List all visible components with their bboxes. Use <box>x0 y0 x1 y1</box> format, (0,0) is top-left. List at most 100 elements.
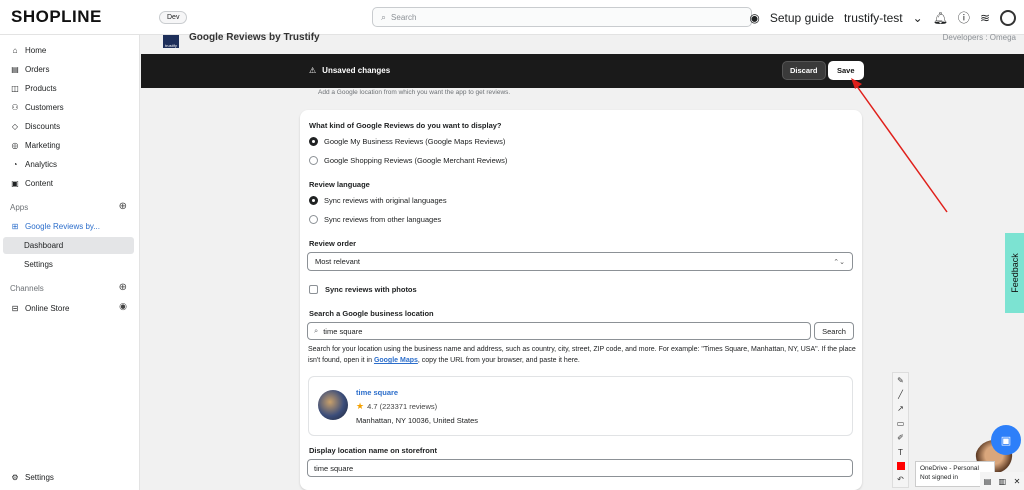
display-name-label: Display location name on storefront <box>309 446 437 455</box>
location-search-input[interactable]: ⌕ time square <box>307 322 811 340</box>
annotation-arrow-line <box>855 84 948 213</box>
drawing-toolbar: ✎ ╱ ↗ ▭ ✐ T ↶ <box>892 372 909 488</box>
radio-unselected-icon[interactable] <box>309 156 318 165</box>
tray-icon[interactable]: ▥ <box>999 477 1007 486</box>
discounts-icon: ◇ <box>11 121 19 131</box>
setup-guide-icon[interactable]: ◉ <box>749 11 759 25</box>
color-swatch-red[interactable] <box>896 461 905 470</box>
home-icon: ⌂ <box>12 45 18 55</box>
channels-section-label: Channels <box>10 284 44 293</box>
content-icon: ▣ <box>11 178 19 188</box>
save-button[interactable]: Save <box>828 61 864 80</box>
gear-icon: ⚙ <box>11 472 19 482</box>
sidebar-item-marketing[interactable]: ◎ Marketing <box>0 136 140 154</box>
place-rating: ★ 4.7 (223371 reviews) <box>356 401 438 411</box>
chat-bubble-icon[interactable]: ▣ <box>991 425 1021 455</box>
sidebar-item-analytics[interactable]: ◔ Analytics <box>0 155 140 173</box>
place-result-card[interactable]: time square ★ 4.7 (223371 reviews) Manhat… <box>308 376 853 436</box>
location-help-text: Search for your location using the busin… <box>308 346 856 364</box>
store-switcher[interactable]: trustify-test <box>844 11 903 25</box>
sidebar-item-content[interactable]: ▣ Content <box>0 174 140 192</box>
line-icon[interactable]: ╱ <box>898 390 903 399</box>
highlighter-icon[interactable]: ✐ <box>897 433 904 442</box>
global-search-input[interactable]: ⌕ Search <box>372 7 752 27</box>
settings-card: What kind of Google Reviews do you want … <box>300 110 862 490</box>
place-name[interactable]: time square <box>356 388 398 397</box>
sidebar-item-products[interactable]: ◫ Products <box>0 79 140 97</box>
top-right-actions: ◉ Setup guide trustify-test ⌄ 🔔︎ ⓘ ≋ <box>749 0 1016 35</box>
add-channel-icon[interactable]: ⊕ <box>119 282 127 293</box>
sidebar-item-discounts[interactable]: ◇ Discounts <box>0 117 140 135</box>
place-address: Manhattan, NY 10036, United States <box>356 416 479 425</box>
feedback-tab[interactable]: Feedback <box>1005 233 1024 313</box>
store-icon: ⊟ <box>11 303 19 313</box>
sidebar-item-customers[interactable]: ⚇ Customers <box>0 98 140 116</box>
sidebar-item-google-reviews[interactable]: ⊞ Google Reviews by... <box>0 217 140 235</box>
location-hint: Add a Google location from which you wan… <box>318 89 511 96</box>
location-label: Search a Google business location <box>309 309 434 318</box>
setup-guide-link[interactable]: Setup guide <box>770 11 834 25</box>
orders-icon: ▤ <box>11 64 19 74</box>
place-thumbnail <box>318 390 348 420</box>
bell-icon[interactable]: 🔔︎ <box>933 11 948 25</box>
apps-section-label: Apps <box>10 203 29 212</box>
products-icon: ◫ <box>11 83 19 93</box>
google-maps-link[interactable]: Google Maps <box>374 357 418 364</box>
sidebar-item-dashboard[interactable]: Dashboard <box>3 237 134 254</box>
review-kind-label: What kind of Google Reviews do you want … <box>309 121 502 130</box>
app-logo: trustify <box>163 35 179 48</box>
discard-button[interactable]: Discard <box>782 61 826 80</box>
radio-other-languages[interactable]: Sync reviews from other languages <box>309 215 441 224</box>
sidebar-item-orders[interactable]: ▤ Orders <box>0 60 140 78</box>
rectangle-icon[interactable]: ▭ <box>897 419 905 428</box>
developer-label: Developers : Omega <box>942 33 1016 42</box>
unsaved-changes-bar: ⚠ Unsaved changes Discard Save <box>141 54 1024 88</box>
user-avatar[interactable] <box>1000 9 1016 26</box>
search-placeholder: Search <box>391 12 417 22</box>
order-label: Review order <box>309 239 357 248</box>
star-icon: ★ <box>356 401 365 411</box>
radio-selected-icon[interactable] <box>309 196 318 205</box>
shopline-logo[interactable]: SHOPLINE <box>11 7 141 27</box>
sidebar-item-settings[interactable]: ⚙ Settings <box>0 468 140 486</box>
location-search-button[interactable]: Search <box>814 322 854 340</box>
radio-unselected-icon[interactable] <box>309 215 318 224</box>
marketing-icon: ◎ <box>11 140 19 150</box>
pen-icon[interactable]: ✎ <box>897 376 904 385</box>
chevron-down-icon[interactable]: ⌄ <box>913 11 923 25</box>
search-icon: ⌕ <box>381 11 387 22</box>
close-icon[interactable]: ✕ <box>1014 477 1021 486</box>
unsaved-message: ⚠ Unsaved changes <box>309 66 391 75</box>
arrow-tool-icon[interactable]: ↗ <box>897 404 904 413</box>
warning-icon: ⚠ <box>309 66 317 75</box>
env-badge: Dev <box>159 10 188 24</box>
add-app-icon[interactable]: ⊕ <box>119 201 127 212</box>
help-icon[interactable]: ⓘ <box>958 9 970 26</box>
display-name-input[interactable]: time square <box>307 459 853 477</box>
radio-my-business[interactable]: Google My Business Reviews (Google Maps … <box>309 137 505 146</box>
sidebar: ⌂ Home ▤ Orders ◫ Products ⚇ Customers ◇ Disc… <box>0 35 140 490</box>
text-tool-icon[interactable]: T <box>898 448 903 457</box>
eye-icon[interactable]: ◉ <box>119 301 127 312</box>
undo-icon[interactable]: ↶ <box>897 475 904 484</box>
checkbox-icon[interactable] <box>309 285 318 294</box>
radio-selected-icon[interactable] <box>309 137 318 146</box>
select-chevron-icon: ⌃⌄ <box>833 258 845 266</box>
customers-icon: ⚇ <box>11 102 19 112</box>
app-title: Google Reviews by Trustify <box>189 32 320 43</box>
taskbar-tray: ▤ ▥ ✕ <box>980 472 1024 490</box>
tray-icon[interactable]: ▤ <box>984 477 992 486</box>
radio-shopping[interactable]: Google Shopping Reviews (Google Merchant… <box>309 156 507 165</box>
sidebar-item-home[interactable]: ⌂ Home <box>0 41 140 59</box>
language-label: Review language <box>309 180 370 189</box>
review-order-select[interactable]: Most relevant ⌃⌄ <box>307 252 853 271</box>
app-grid-icon: ⊞ <box>11 221 19 231</box>
wifi-icon: ≋ <box>979 10 990 25</box>
sync-photos-checkbox[interactable]: Sync reviews with photos <box>309 285 417 294</box>
search-icon: ⌕ <box>314 326 319 335</box>
analytics-icon: ◔ <box>12 159 18 169</box>
app-header: trustify Google Reviews by Trustify Deve… <box>141 32 1024 54</box>
radio-original-languages[interactable]: Sync reviews with original languages <box>309 196 447 205</box>
sidebar-item-app-settings[interactable]: Settings <box>3 256 134 273</box>
top-bar: SHOPLINE Dev ⌕ Search ◉ Setup guide trus… <box>0 0 1024 35</box>
